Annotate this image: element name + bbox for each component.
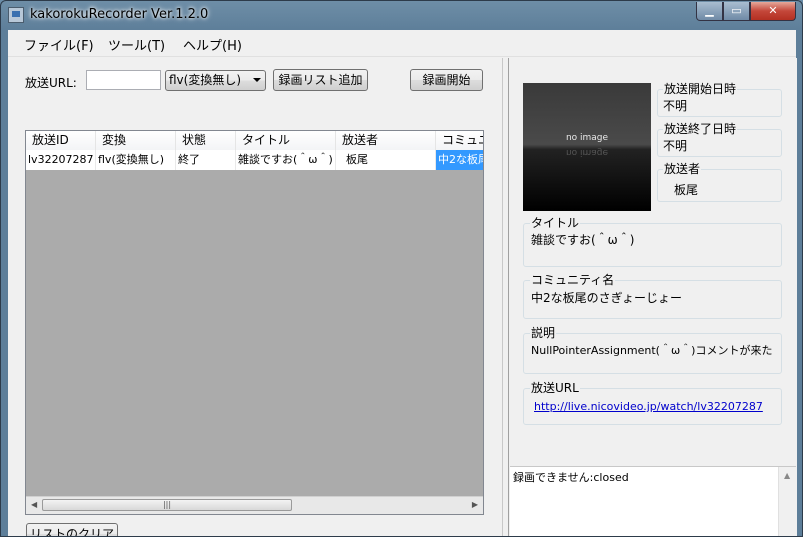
recording-list-pane: 放送URL: flv(変換無し) 録画リスト追加 録画開始 放送ID 変換 状態… bbox=[8, 58, 503, 536]
minimize-button[interactable]: ▁ bbox=[696, 2, 723, 21]
close-icon: ✕ bbox=[768, 4, 778, 17]
recording-list[interactable]: 放送ID 変換 状態 タイトル 放送者 コミュニティ lv32207287 fl… bbox=[25, 130, 484, 515]
start-recording-button[interactable]: 録画開始 bbox=[410, 69, 483, 91]
scrollbar-thumb[interactable]: ||| bbox=[42, 499, 292, 511]
cell-status: 終了 bbox=[176, 150, 236, 170]
broadcast-url-label: 放送URL bbox=[530, 381, 580, 395]
maximize-icon: ▭ bbox=[731, 4, 742, 17]
description-group: 説明 NullPointerAssignment(＾ω＾)コメントが来た bbox=[523, 326, 782, 374]
menu-tools[interactable]: ツール(T) bbox=[108, 35, 165, 54]
title-group: タイトル 雑談ですお(＾ω＾) bbox=[523, 216, 782, 267]
start-time-value: 不明 bbox=[663, 99, 688, 113]
table-row[interactable]: lv32207287 flv(変換無し) 終了 雑談ですお(＾ω＾) 板尾 中2… bbox=[26, 150, 483, 170]
close-button[interactable]: ✕ bbox=[750, 2, 796, 21]
column-header-broadcaster[interactable]: 放送者 bbox=[336, 131, 436, 150]
minimize-icon: ▁ bbox=[705, 4, 714, 17]
clear-list-button[interactable]: リストのクリア bbox=[26, 523, 118, 536]
title-value: 雑談ですお(＾ω＾) bbox=[531, 233, 635, 247]
community-group: コミュニティ名 中2な板尾のさぎょーじょー bbox=[523, 273, 782, 319]
thumbnail-reflection: no image bbox=[565, 147, 609, 157]
app-window: kakorokuRecorder Ver.1.2.0 ▁ ▭ ✕ ファイル(F)… bbox=[0, 0, 803, 537]
cell-title: 雑談ですお(＾ω＾) bbox=[236, 150, 336, 170]
url-input[interactable] bbox=[86, 70, 161, 90]
menu-help[interactable]: ヘルプ(H) bbox=[183, 35, 242, 54]
menu-bar: ファイル(F) ツール(T) ヘルプ(H) bbox=[8, 30, 796, 57]
scroll-right-icon[interactable]: ▶ bbox=[472, 500, 478, 509]
list-header: 放送ID 変換 状態 タイトル 放送者 コミュニティ bbox=[26, 131, 483, 151]
column-header-id[interactable]: 放送ID bbox=[26, 131, 96, 150]
cell-id: lv32207287 bbox=[26, 150, 96, 170]
format-select[interactable]: flv(変換無し) bbox=[165, 70, 266, 91]
community-value: 中2な板尾のさぎょーじょー bbox=[531, 291, 683, 305]
format-selected-value: flv(変換無し) bbox=[169, 73, 242, 87]
title-bar[interactable]: kakorokuRecorder Ver.1.2.0 ▁ ▭ ✕ bbox=[1, 1, 802, 30]
broadcaster-group: 放送者 板尾 bbox=[657, 162, 782, 202]
maximize-button[interactable]: ▭ bbox=[723, 2, 750, 21]
cell-convert: flv(変換無し) bbox=[96, 150, 176, 170]
broadcaster-value: 板尾 bbox=[674, 183, 699, 197]
scroll-left-icon[interactable]: ◀ bbox=[31, 500, 37, 509]
start-time-label: 放送開始日時 bbox=[663, 82, 738, 96]
start-time-group: 放送開始日時 不明 bbox=[657, 82, 782, 117]
log-textarea[interactable]: 録画できません:closed ▲ ▼ bbox=[510, 466, 796, 536]
app-icon bbox=[8, 7, 24, 23]
details-pane: no image no image 放送開始日時 不明 放送終了日時 不明 放送… bbox=[508, 58, 797, 536]
column-header-title[interactable]: タイトル bbox=[236, 131, 336, 150]
window-title: kakorokuRecorder Ver.1.2.0 bbox=[30, 7, 209, 22]
url-label: 放送URL: bbox=[25, 76, 77, 90]
end-time-group: 放送終了日時 不明 bbox=[657, 122, 782, 157]
description-value: NullPointerAssignment(＾ω＾)コメントが来た bbox=[531, 344, 773, 357]
broadcast-url-link[interactable]: http://live.nicovideo.jp/watch/lv3220728… bbox=[534, 400, 763, 413]
add-to-list-button[interactable]: 録画リスト追加 bbox=[273, 69, 368, 91]
thumbnail-text: no image bbox=[565, 133, 609, 143]
log-text: 録画できません:closed bbox=[513, 471, 629, 484]
client-area: ファイル(F) ツール(T) ヘルプ(H) 放送URL: flv(変換無し) 録… bbox=[8, 30, 797, 536]
broadcaster-label: 放送者 bbox=[663, 162, 702, 176]
description-label: 説明 bbox=[530, 326, 557, 340]
column-header-convert[interactable]: 変換 bbox=[96, 131, 176, 150]
scroll-up-icon[interactable]: ▲ bbox=[784, 471, 790, 480]
vertical-scrollbar[interactable]: ▲ ▼ bbox=[778, 467, 796, 536]
horizontal-scrollbar[interactable]: ◀ ||| ▶ bbox=[26, 496, 483, 514]
end-time-value: 不明 bbox=[663, 139, 688, 153]
broadcast-url-group: 放送URL http://live.nicovideo.jp/watch/lv3… bbox=[523, 381, 782, 425]
community-label: コミュニティ名 bbox=[530, 273, 616, 287]
end-time-label: 放送終了日時 bbox=[663, 122, 738, 136]
column-header-community[interactable]: コミュニティ bbox=[436, 131, 483, 150]
cell-community: 中2な板尾 bbox=[436, 150, 483, 170]
column-header-status[interactable]: 状態 bbox=[176, 131, 236, 150]
title-label: タイトル bbox=[530, 216, 581, 230]
menu-file[interactable]: ファイル(F) bbox=[24, 35, 94, 54]
cell-broadcaster: 板尾 bbox=[336, 150, 436, 170]
chevron-down-icon bbox=[253, 78, 261, 82]
thumbnail-image: no image no image bbox=[523, 83, 651, 211]
